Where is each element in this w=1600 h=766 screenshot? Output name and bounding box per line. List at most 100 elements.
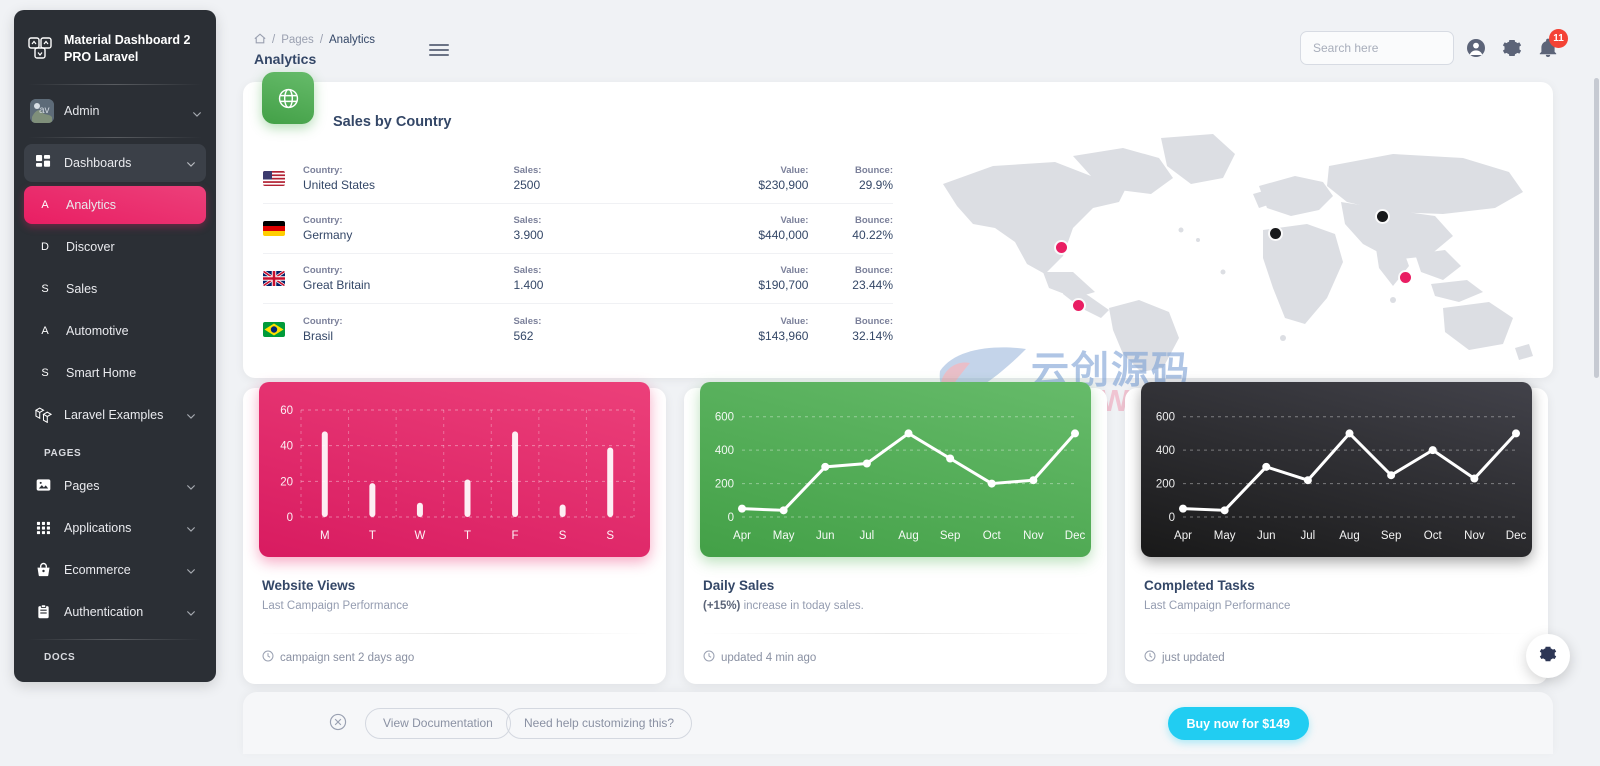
completed-tasks-card: 0 200 400 600 Apr May Jun Jul Aug Sep Oct Nov Dec Co… [1125, 382, 1548, 684]
breadcrumb-sep-2: / [319, 34, 324, 46]
buy-now-button[interactable]: Buy now for $149 [1167, 707, 1309, 740]
chevron-down-icon[interactable] [186, 523, 196, 533]
cell-label: Country: [303, 215, 343, 226]
cell-bounce: Bounce: 23.44% [808, 265, 893, 292]
sidebar-section-docs: DOCS [44, 651, 76, 663]
globe-icon [262, 72, 314, 124]
sidebar-item-analytics[interactable]: A Analytics [24, 185, 206, 224]
cell-label: Bounce: [855, 165, 893, 176]
avatar: av [30, 98, 54, 123]
sales-letter-icon: S [41, 282, 49, 295]
sidebar-section-pages: PAGES [44, 447, 82, 459]
russia-marker[interactable] [1377, 211, 1388, 222]
sidebar-item-dashboards[interactable]: Dashboards [24, 143, 206, 182]
avatar-text: av [39, 104, 50, 116]
website-views-card: 0 20 40 60 M T W T F S S Website Views Last Campai… [243, 382, 666, 684]
chevron-down-icon[interactable] [186, 481, 196, 491]
asia-marker[interactable] [1400, 272, 1411, 283]
automotive-letter-icon: A [41, 324, 49, 337]
sidebar-item-smart-home[interactable]: S Smart Home [24, 354, 206, 392]
sidebar-item-automotive[interactable]: A Automotive [24, 312, 206, 350]
cell-label: Value: [780, 215, 809, 226]
country-table: Country: United States Sales: 2500 Value… [263, 154, 893, 354]
chevron-down-icon[interactable] [192, 106, 202, 117]
account-switcher[interactable]: av Admin [14, 85, 216, 137]
svg-text:S: S [606, 530, 614, 542]
card-subtitle: Last Campaign Performance [262, 600, 409, 612]
chevron-down-icon[interactable] [186, 158, 196, 168]
svg-text:Nov: Nov [1464, 530, 1485, 542]
svg-text:Jul: Jul [1301, 530, 1316, 542]
flag-br-icon [263, 321, 285, 337]
sidebar-nav: Dashboards A Analytics D Discover S Sale… [14, 138, 216, 671]
close-circle-icon[interactable] [329, 713, 347, 736]
hamburger-icon[interactable] [429, 41, 449, 59]
cell-value: Germany [303, 228, 353, 242]
svg-text:0: 0 [287, 512, 293, 524]
brazil-marker[interactable] [1073, 300, 1084, 311]
breadcrumb-pages[interactable]: Pages [281, 34, 314, 46]
cell-sales: Sales: 2500 [513, 165, 661, 192]
website-views-chart[interactable]: 0 20 40 60 M T W T F S S [259, 382, 650, 557]
table-row[interactable]: Country: Brasil Sales: 562 Value: $143,9… [263, 304, 893, 354]
cell-value: 29.9% [858, 178, 893, 192]
card-divider [259, 633, 650, 634]
sidebar-item-discover[interactable]: D Discover [24, 228, 206, 266]
card-title: Sales by Country [333, 114, 452, 130]
card-heading: Website Views [262, 578, 356, 593]
chevron-down-icon[interactable] [186, 565, 196, 575]
page-scrollbar[interactable] [1594, 78, 1599, 378]
settings-fab-button[interactable] [1526, 634, 1570, 678]
chevron-down-icon[interactable] [186, 607, 196, 617]
sidebar-item-authentication[interactable]: Authentication [24, 593, 206, 631]
gear-icon[interactable] [1502, 38, 1522, 58]
cell-value-amount: Value: $190,700 [661, 265, 808, 292]
clipboard-icon [34, 603, 52, 621]
card-heading: Completed Tasks [1144, 578, 1255, 593]
sidebar-brand[interactable]: Material Dashboard 2 PRO Laravel [14, 10, 216, 84]
cell-value: 562 [513, 328, 534, 343]
gear-icon [1539, 645, 1557, 668]
table-row[interactable]: Country: Great Britain Sales: 1.400 Valu… [263, 254, 893, 304]
sidebar-item-sales[interactable]: S Sales [24, 270, 206, 308]
smart-home-letter-icon: S [41, 366, 49, 379]
brand-text: Material Dashboard 2 PRO Laravel [64, 32, 190, 66]
cell-value-amount: Value: $143,960 [661, 315, 809, 343]
table-row[interactable]: Country: Germany Sales: 3.900 Value: $44… [263, 204, 893, 254]
cell-value: 1.400 [513, 278, 544, 292]
chevron-down-icon[interactable] [186, 410, 196, 420]
sidebar-item-pages[interactable]: Pages [24, 467, 206, 505]
breadcrumb-sep-1: / [272, 34, 276, 46]
svg-text:Apr: Apr [733, 530, 751, 542]
notification-badge[interactable]: 11 [1549, 29, 1568, 48]
svg-text:Dec: Dec [1506, 530, 1527, 542]
sidebar-item-ecommerce[interactable]: Ecommerce [24, 551, 206, 589]
account-circle-icon[interactable] [1466, 38, 1486, 58]
completed-tasks-chart[interactable]: 0 200 400 600 Apr May Jun Jul Aug Sep Oct Nov Dec [1141, 382, 1532, 557]
cell-label: Country: [303, 315, 343, 327]
svg-text:T: T [464, 530, 471, 542]
sidebar-item-laravel-examples[interactable]: Laravel Examples [24, 396, 206, 434]
daily-sales-chart[interactable]: 0 200 400 600 Apr May Jun Jul Aug Sep Oct Nov Dec [700, 382, 1091, 557]
svg-text:W: W [414, 530, 425, 542]
search-input[interactable] [1300, 31, 1454, 65]
cell-value: 3.900 [513, 228, 544, 242]
united-states-marker[interactable] [1056, 242, 1067, 253]
cell-label: Sales: [513, 315, 542, 327]
home-icon[interactable] [254, 33, 266, 47]
europe-marker[interactable] [1270, 228, 1281, 239]
view-documentation-button[interactable]: View Documentation [365, 707, 511, 739]
card-footer: updated 4 min ago [703, 650, 816, 665]
sidebar-item-applications[interactable]: Applications [24, 509, 206, 547]
card-subtitle-strong: (+15%) [703, 600, 741, 612]
cell-label: Value: [780, 315, 809, 327]
svg-text:60: 60 [280, 405, 293, 417]
table-row[interactable]: Country: United States Sales: 2500 Value… [263, 154, 893, 204]
svg-text:0: 0 [728, 512, 734, 524]
svg-text:S: S [559, 530, 567, 542]
need-help-button[interactable]: Need help customizing this? [506, 707, 693, 739]
cell-bounce: Bounce: 32.14% [808, 316, 893, 343]
svg-text:Aug: Aug [1339, 530, 1359, 542]
sidebar-item-label: Discover [66, 239, 115, 254]
world-map [923, 132, 1543, 372]
